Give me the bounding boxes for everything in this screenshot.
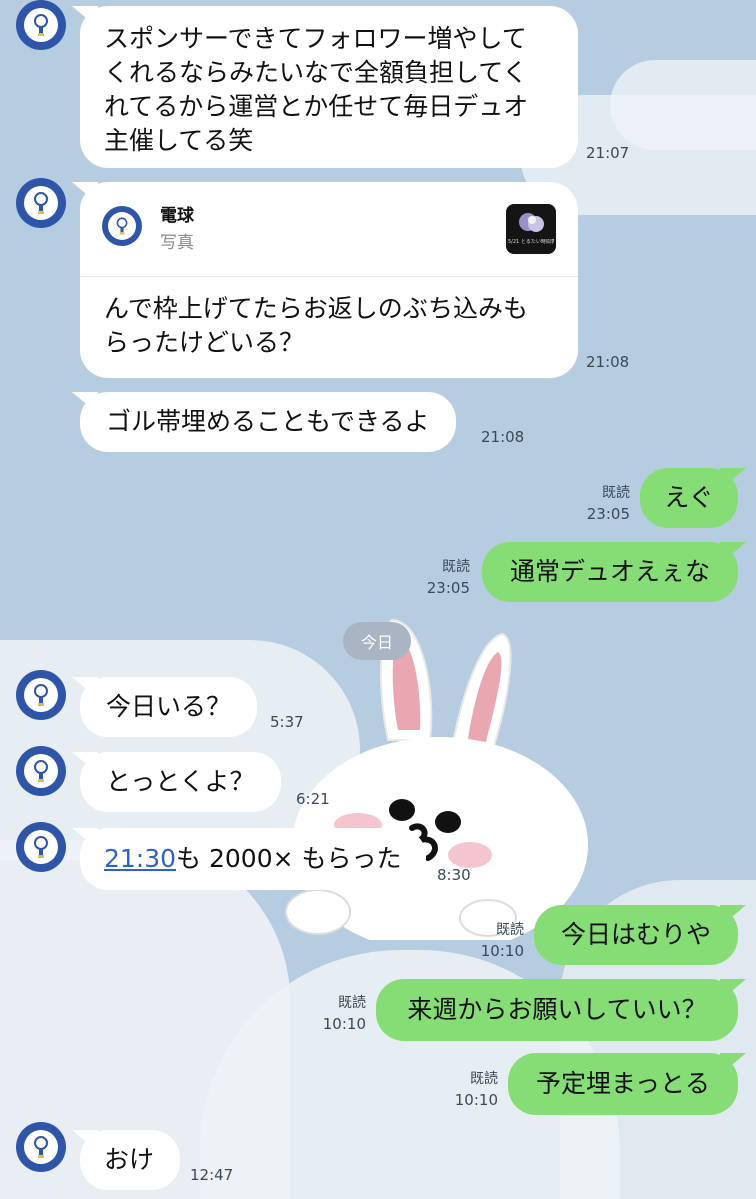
read-receipt: 既読	[442, 559, 470, 575]
message-text: 予定埋まっとる	[535, 1069, 710, 1098]
message-text: も 2000× もらった	[176, 844, 402, 873]
quoted-photo-thumbnail: 5/21 とるたい時間表示	[506, 204, 556, 254]
message-time: 10:10	[454, 1091, 498, 1109]
message-status: 既読 23:05	[400, 557, 470, 599]
quoted-message-type: 写真	[160, 233, 194, 253]
message-bubble[interactable]: 今日はむりや	[534, 905, 738, 965]
message-bubble[interactable]: 予定埋まっとる	[508, 1053, 738, 1115]
lightbulb-icon	[24, 1130, 58, 1164]
lightbulb-icon	[24, 678, 58, 712]
lightbulb-icon	[108, 212, 136, 240]
message-text: えぐ	[664, 483, 714, 512]
lightbulb-icon	[24, 8, 58, 42]
date-divider: 今日	[343, 622, 411, 660]
lightbulb-icon	[24, 754, 58, 788]
message-time: 6:21	[296, 790, 330, 808]
sender-avatar[interactable]	[16, 670, 66, 720]
message-bubble[interactable]: ゴル帯埋めることもできるよ	[80, 392, 456, 452]
message-bubble[interactable]: おけ	[80, 1130, 180, 1190]
message-time: 10:10	[480, 942, 524, 960]
message-time: 8:30	[437, 866, 471, 884]
message-text: んで枠上げてたらお返しのぶち込みも らったけどいる？	[104, 292, 528, 360]
message-status: 既読 10:10	[432, 1069, 498, 1111]
reply-message-bubble[interactable]: 電球 写真 5/21 とるたい時間表示 んで枠上げてたらお返しのぶち込みも らっ…	[80, 182, 578, 378]
message-status: 既読 10:10	[300, 993, 366, 1035]
time-link[interactable]: 21:30	[104, 844, 176, 873]
sender-avatar[interactable]	[16, 746, 66, 796]
rabbit-eye-right	[435, 811, 461, 833]
sender-avatar[interactable]	[16, 178, 66, 228]
rabbit-cheek-right	[448, 842, 492, 868]
message-text: 今日はむりや	[560, 920, 711, 949]
message-time: 12:47	[190, 1166, 234, 1184]
quoted-sender-name: 電球	[160, 206, 194, 226]
rabbit-paw-left	[285, 889, 351, 935]
message-time: 5:37	[270, 713, 304, 731]
quoted-avatar	[102, 206, 142, 246]
message-line: らったけどいる？	[104, 328, 305, 357]
read-receipt: 既読	[470, 1071, 498, 1087]
message-time: 23:05	[586, 505, 630, 523]
read-receipt: 既読	[496, 922, 524, 938]
quoted-message[interactable]: 電球 写真 5/21 とるたい時間表示	[80, 182, 578, 277]
message-bubble[interactable]: 来週からお願いしていい？	[376, 979, 738, 1041]
message-text: 今日いる？	[106, 692, 232, 721]
message-line: れてるから運営とか任せて毎日デュオ	[104, 92, 529, 121]
message-text: とっとくよ？	[106, 767, 255, 796]
message-line: スポンサーできてフォロワー増やして	[104, 24, 527, 53]
message-line: んで枠上げてたらお返しのぶち込みも	[104, 294, 529, 323]
read-receipt: 既読	[338, 995, 366, 1011]
thumbnail-caption: 5/21 とるたい時間表示	[508, 239, 554, 245]
message-text: ゴル帯埋めることもできるよ	[106, 407, 430, 436]
message-bubble[interactable]: 21:30も 2000× もらった	[80, 828, 426, 890]
message-bubble[interactable]: 通常デュオえぇな	[482, 542, 738, 602]
sender-avatar[interactable]	[16, 0, 66, 50]
message-time: 21:08	[481, 428, 525, 446]
lightbulb-icon	[24, 830, 58, 864]
lightbulb-icon	[24, 186, 58, 220]
message-time: 23:05	[426, 579, 470, 597]
read-receipt: 既読	[602, 485, 630, 501]
message-bubble[interactable]: 今日いる？	[80, 677, 258, 737]
message-text: 来週からお願いしていい？	[407, 995, 707, 1024]
message-line: くれるならみたいなで全額負担してく	[104, 58, 528, 87]
sender-avatar[interactable]	[16, 822, 66, 872]
message-time: 10:10	[322, 1015, 366, 1033]
message-text: 通常デュオえぇな	[509, 557, 710, 586]
message-line: 主催してる笑	[104, 126, 254, 155]
message-bubble[interactable]: とっとくよ？	[80, 752, 281, 812]
message-status: 既読 10:10	[460, 920, 524, 962]
message-bubble[interactable]: スポンサーできてフォロワー増やして くれるならみたいなで全額負担してく れてるか…	[80, 6, 578, 168]
message-time: 21:08	[586, 353, 630, 371]
sender-avatar[interactable]	[16, 1122, 66, 1172]
rabbit-eye-left	[389, 799, 415, 821]
message-text: おけ	[104, 1145, 155, 1174]
message-status: 既読 23:05	[560, 483, 630, 525]
message-bubble[interactable]: えぐ	[640, 468, 738, 528]
message-time: 21:07	[586, 144, 630, 162]
